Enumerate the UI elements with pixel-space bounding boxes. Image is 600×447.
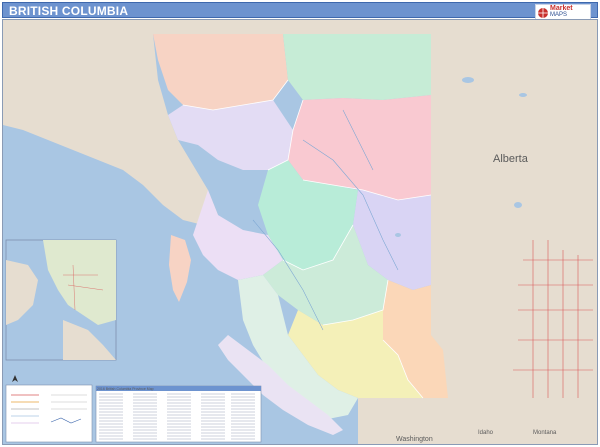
alberta-region <box>431 20 597 444</box>
map-canvas[interactable]: Alberta Washington Idaho Montana 2016 Br… <box>2 19 598 445</box>
usa-region <box>358 398 597 444</box>
map-frame: BRITISH COLUMBIA Market MAPS Alberta Was… <box>0 0 600 447</box>
map-title: BRITISH COLUMBIA <box>9 4 129 18</box>
inset-map-vancouver[interactable] <box>5 239 117 361</box>
place-index-panel <box>95 385 262 443</box>
label-washington: Washington <box>396 436 433 443</box>
title-bar: BRITISH COLUMBIA Market MAPS <box>2 2 598 21</box>
yukon-region <box>3 20 431 34</box>
label-idaho: Idaho <box>478 430 494 436</box>
map-svg: Alberta Washington Idaho Montana 2016 Br… <box>3 20 597 444</box>
globe-icon <box>538 8 548 18</box>
district-northern-rockies <box>283 34 431 100</box>
legend-panel <box>5 384 93 443</box>
logo-sub: MAPS <box>550 12 568 18</box>
legend-title: 2016 British Columbia Province Map <box>97 387 154 391</box>
label-alberta: Alberta <box>493 153 529 165</box>
label-montana: Montana <box>533 430 557 436</box>
